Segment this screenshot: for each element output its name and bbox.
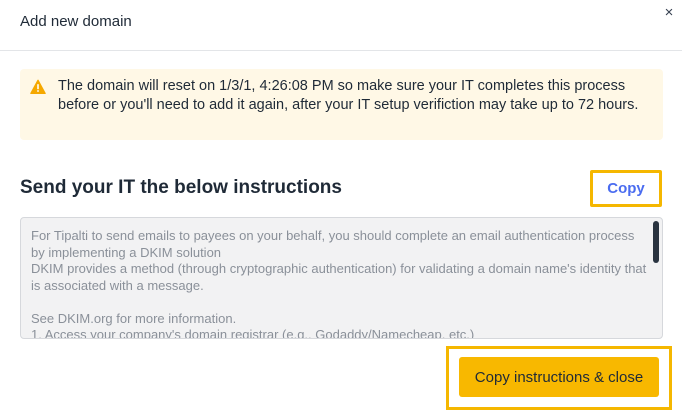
instructions-heading: Send your IT the below instructions xyxy=(20,177,342,198)
add-domain-dialog: Add new domain × The domain will reset o… xyxy=(0,0,682,417)
scrollbar[interactable] xyxy=(650,218,662,338)
copy-instructions-close-button[interactable]: Copy instructions & close xyxy=(459,357,659,397)
warning-alert: The domain will reset on 1/3/1, 4:26:08 … xyxy=(20,69,663,140)
dialog-header: Add new domain × xyxy=(0,0,682,51)
dialog-title: Add new domain xyxy=(20,13,132,30)
copy-button[interactable]: Copy xyxy=(590,170,662,207)
instructions-textbox[interactable]: For Tipalti to send emails to payees on … xyxy=(20,217,663,339)
instructions-text: For Tipalti to send emails to payees on … xyxy=(31,228,647,339)
scrollbar-thumb[interactable] xyxy=(653,221,659,263)
alert-message: The domain will reset on 1/3/1, 4:26:08 … xyxy=(58,78,639,113)
warning-icon xyxy=(30,79,46,94)
primary-button-highlight: Copy instructions & close xyxy=(446,346,672,410)
close-icon[interactable]: × xyxy=(660,4,678,22)
